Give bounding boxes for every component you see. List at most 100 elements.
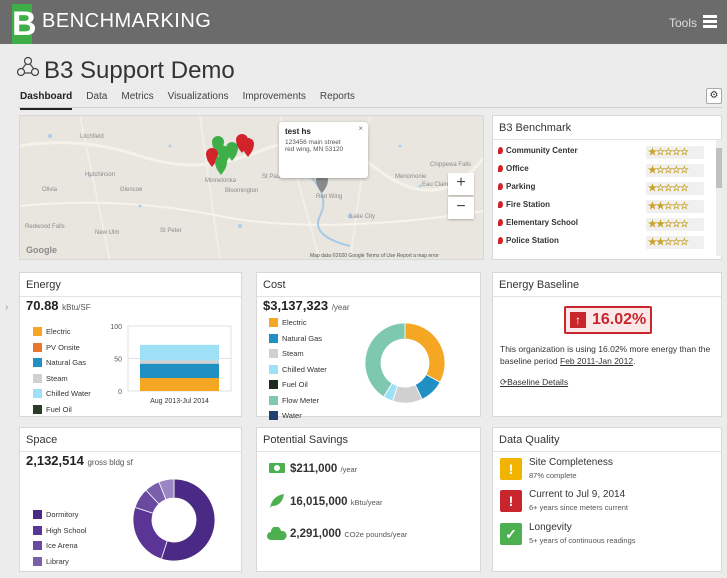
benchmark-scrollbar[interactable] xyxy=(716,140,722,256)
map-label-st-peter: St Peter xyxy=(160,228,182,234)
page-title: B3 Support Demo xyxy=(44,57,235,84)
legend-item: Electric xyxy=(33,327,91,343)
legend-swatch xyxy=(269,411,278,420)
map-label-eau-claire: Eau Claire xyxy=(422,182,451,188)
divider xyxy=(18,107,722,108)
money-icon xyxy=(269,463,285,473)
quality-item-sub: 5+ years of continuous readings xyxy=(529,536,636,545)
legend-label: PV Onsite xyxy=(46,342,80,352)
map-zoom-out-button[interactable]: − xyxy=(448,197,474,219)
legend-swatch xyxy=(33,556,42,566)
map-pin-icon xyxy=(498,165,503,172)
legend-item: Fuel Oil xyxy=(269,380,327,396)
benchmark-row[interactable]: Community Center ★☆☆☆☆ xyxy=(498,146,704,164)
map-label-bloomington: Bloomington xyxy=(225,188,258,194)
bar-segment xyxy=(140,378,219,391)
sidebar-expand-icon[interactable]: › xyxy=(5,302,8,313)
map-label-minnetonka: Minnetonka xyxy=(205,178,237,184)
map-pin-icon xyxy=(498,183,503,190)
benchmark-row[interactable]: Elementary School ★★☆☆☆ xyxy=(498,218,704,236)
y-tick-label: 100 xyxy=(110,324,122,331)
savings-title: Potential Savings xyxy=(257,428,480,452)
legend-swatch xyxy=(269,395,278,405)
benchmark-title: B3 Benchmark xyxy=(493,116,721,140)
benchmark-row-name: Elementary School xyxy=(506,218,579,227)
legend-swatch xyxy=(269,318,278,327)
savings-co2: 2,291,000 CO2e pounds/year xyxy=(290,528,408,540)
x-tick-label: Aug 2013-Jul 2014 xyxy=(150,398,209,405)
warning-icon: ! xyxy=(500,458,522,480)
popup-title: test hs xyxy=(285,127,311,136)
legend-swatch xyxy=(269,349,278,358)
map-pin-icon xyxy=(498,237,503,244)
benchmark-row[interactable]: Office ★☆☆☆☆ xyxy=(498,164,704,182)
dashboard-settings-button[interactable]: ⚙ xyxy=(706,88,722,104)
legend-swatch xyxy=(33,358,42,367)
benchmark-row[interactable]: Fire Station ★★☆☆☆ xyxy=(498,200,704,218)
tools-menu[interactable]: Tools xyxy=(669,16,697,30)
space-title: Space xyxy=(20,428,241,452)
energy-value: 70.88 kBtu/SF xyxy=(26,298,91,313)
popup-address-line2: red wing, MN 53120 xyxy=(285,146,344,153)
legend-label: Fuel Oil xyxy=(282,380,308,389)
baseline-percent: 16.02% xyxy=(592,311,647,328)
legend-label: Ice Arena xyxy=(46,541,78,550)
legend-swatch xyxy=(269,380,278,389)
map-pin-icon xyxy=(498,219,503,226)
legend-swatch xyxy=(33,389,42,398)
legend-item: Fuel Oil xyxy=(33,404,91,421)
legend-label: Flow Meter xyxy=(282,395,320,405)
quality-item-title: Longevity xyxy=(529,522,572,533)
y-tick-label: 50 xyxy=(114,357,122,364)
benchmark-row-name: Office xyxy=(506,164,529,173)
space-donut-chart xyxy=(132,478,216,562)
legend-swatch xyxy=(33,510,42,519)
map-zoom-in-button[interactable]: + xyxy=(448,173,474,195)
legend-label: Steam xyxy=(46,373,68,383)
b3-logo[interactable]: B xyxy=(12,4,37,44)
legend-item: Electric xyxy=(269,318,327,334)
benchmark-row-name: Parking xyxy=(506,182,536,191)
legend-item: Steam xyxy=(269,349,327,365)
map-label-new-ulm: New Ulm xyxy=(95,230,119,236)
top-bar: B BENCHMARKING Tools xyxy=(0,0,727,44)
leaf-icon xyxy=(270,494,284,508)
legend-item: Water xyxy=(269,411,327,427)
map-pin-icon xyxy=(498,147,503,154)
star-rating: ★★☆☆☆ xyxy=(646,218,704,231)
map-label-glencoe: Glencoe xyxy=(120,187,143,193)
legend-label: Electric xyxy=(46,327,71,336)
alert-icon: ! xyxy=(500,490,522,512)
legend-item: Chilled Water xyxy=(269,364,327,381)
quality-title: Data Quality xyxy=(493,428,721,452)
benchmark-row[interactable]: Police Station ★★☆☆☆ xyxy=(498,236,704,254)
legend-swatch xyxy=(33,373,42,383)
legend-item: Natural Gas xyxy=(33,358,91,374)
legend-label: Natural Gas xyxy=(282,333,323,343)
star-rating: ★☆☆☆☆ xyxy=(646,146,704,159)
baseline-period-link[interactable]: Feb 2011-Jan 2012 xyxy=(560,356,633,366)
map-canvas[interactable]: Litchfield Hutchinson Glencoe Olivia Red… xyxy=(20,116,484,260)
popup-address-line1: 123456 main street xyxy=(285,139,341,146)
legend-label: Natural Gas xyxy=(46,358,87,367)
legend-swatch xyxy=(33,525,42,535)
map-footer: Map data ©2020 Google Terms of Use Repor… xyxy=(310,253,439,259)
hamburger-menu-icon[interactable] xyxy=(703,15,717,28)
map-label-lake-city: Lake City xyxy=(350,214,375,220)
baseline-details-link[interactable]: ⟳Baseline Details xyxy=(500,377,568,388)
space-value: 2,132,514 gross bldg sf xyxy=(26,453,133,468)
bar-segment xyxy=(140,344,219,361)
google-logo: Google xyxy=(26,245,57,255)
benchmark-row-name: Community Center xyxy=(506,146,578,155)
cost-value: $3,137,323 /year xyxy=(263,298,350,313)
bar-segment xyxy=(140,363,219,378)
legend-item: Natural Gas xyxy=(269,333,327,350)
benchmark-row[interactable]: Parking ★☆☆☆☆ xyxy=(498,182,704,200)
close-icon[interactable]: × xyxy=(358,124,363,133)
cost-title: Cost xyxy=(257,273,480,297)
map-label-olivia: Olivia xyxy=(42,187,58,193)
quality-item-title: Current to Jul 9, 2014 xyxy=(529,489,626,500)
site-map[interactable]: Litchfield Hutchinson Glencoe Olivia Red… xyxy=(19,115,484,260)
legend-swatch xyxy=(33,342,42,352)
legend-label: Electric xyxy=(282,318,307,327)
